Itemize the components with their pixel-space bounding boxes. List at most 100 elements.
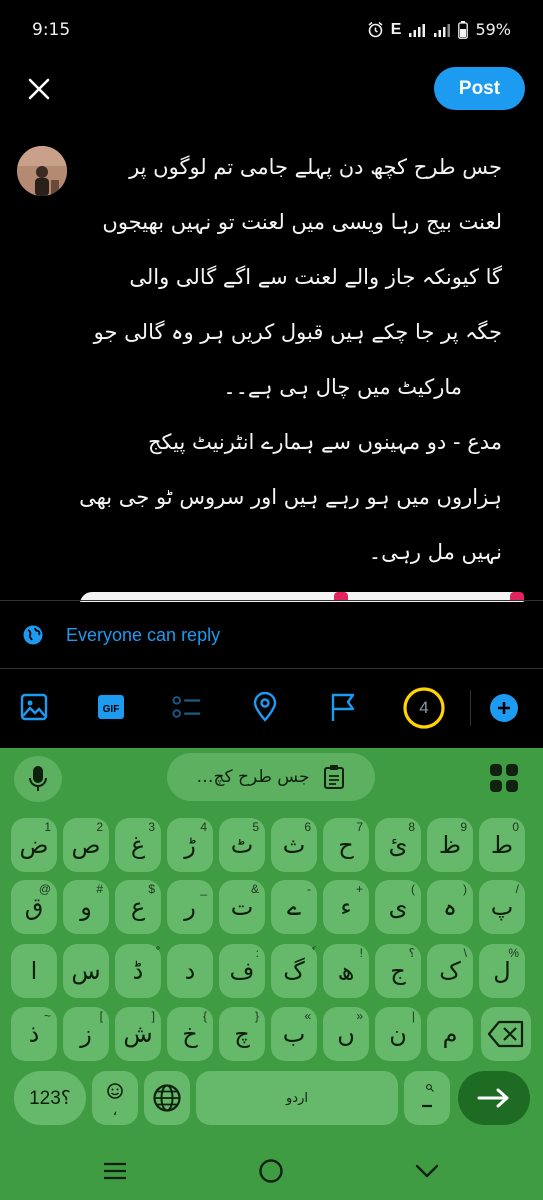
key-3-1[interactable]: ا <box>11 944 57 998</box>
avatar <box>17 146 67 196</box>
key-label: ھ <box>337 957 355 985</box>
key-2-3[interactable]: ع $ <box>115 880 161 934</box>
key-3-6[interactable]: گٗ <box>271 944 317 998</box>
voice-input-button[interactable] <box>14 756 62 802</box>
key-1-8[interactable]: ئ8 <box>375 818 421 872</box>
signal-icon <box>433 23 451 37</box>
add-gif-button[interactable]: GIF <box>96 690 126 724</box>
key-hint: 3 <box>148 820 155 834</box>
enter-key[interactable] <box>458 1071 530 1125</box>
home-button[interactable] <box>256 1158 286 1184</box>
key-1-2[interactable]: ص2 <box>63 818 109 872</box>
key-label: ٹ <box>230 831 254 859</box>
clipboard-suggestion-text: جس طرح کچ… <box>196 767 310 787</box>
key-hint: & <box>250 882 259 896</box>
key-2-8[interactable]: ی( <box>375 880 421 934</box>
key-3-5[interactable]: ف: <box>219 944 265 998</box>
post-button[interactable]: Post <box>434 67 525 110</box>
key-4-4[interactable]: خ{ <box>167 1007 213 1061</box>
alarm-icon <box>367 21 384 38</box>
key-1-7[interactable]: ح7 <box>323 818 369 872</box>
key-label: ج <box>390 957 406 985</box>
key-4-1[interactable]: ذ ~ <box>11 1007 57 1061</box>
key-label: ق <box>24 893 44 921</box>
signal-icon <box>408 23 426 37</box>
clipboard-icon <box>324 765 345 789</box>
key-4-9[interactable]: م <box>427 1007 473 1061</box>
key-2-1[interactable]: ق @ <box>11 880 57 934</box>
svg-text:،: ، <box>113 1103 118 1119</box>
key-hint: 1 <box>44 820 51 834</box>
add-image-button[interactable] <box>19 690 49 724</box>
key-3-7[interactable]: ھ! <box>323 944 369 998</box>
key-4-5[interactable]: چ} <box>219 1007 265 1061</box>
key-2-10[interactable]: پ / <box>479 880 525 934</box>
add-location-button[interactable] <box>250 690 280 724</box>
key-hint: 0 <box>512 820 519 834</box>
key-label: ط <box>490 831 514 859</box>
key-hint: % <box>508 946 519 960</box>
recents-icon <box>104 1162 126 1180</box>
key-label: ئ <box>388 831 408 859</box>
key-hint: [ <box>99 1009 103 1023</box>
key-label: ر <box>184 893 196 921</box>
key-1-5[interactable]: ٹ5 <box>219 818 265 872</box>
battery-icon <box>458 20 469 39</box>
clipboard-suggestion[interactable]: جس طرح کچ… <box>167 753 375 801</box>
key-3-3[interactable]: ڈْ <box>115 944 161 998</box>
close-button[interactable] <box>24 74 54 104</box>
content-warning-button[interactable] <box>328 690 358 724</box>
key-label: د <box>184 957 196 985</box>
language-switch-key[interactable] <box>144 1071 190 1125</box>
back-button[interactable] <box>412 1158 442 1184</box>
symbols-key[interactable]: ؟123 <box>14 1071 86 1125</box>
key-4-6[interactable]: ب « <box>271 1007 317 1061</box>
key-4-3[interactable]: ش] <box>115 1007 161 1061</box>
emoji-key[interactable]: ، <box>92 1071 138 1125</box>
key-hint: ( <box>411 882 415 896</box>
key-label: ت <box>230 893 254 921</box>
key-label: گ <box>283 957 305 985</box>
key-hint: \ <box>463 946 467 960</box>
key-3-8[interactable]: ج ؟ <box>375 944 421 998</box>
period-glyph <box>422 1084 434 1108</box>
microphone-icon <box>29 766 47 791</box>
key-hint: $ <box>148 882 155 896</box>
key-1-9[interactable]: ظ9 <box>427 818 473 872</box>
space-key[interactable]: اردو <box>196 1071 398 1125</box>
period-key[interactable] <box>404 1071 450 1125</box>
media-marker <box>334 592 348 600</box>
key-label: ذ <box>28 1020 40 1048</box>
reply-setting-button[interactable]: Everyone can reply <box>22 620 220 650</box>
key-4-2[interactable]: ز[ <box>63 1007 109 1061</box>
key-4-7[interactable]: ں» <box>323 1007 369 1061</box>
recents-button[interactable] <box>100 1158 130 1184</box>
key-4-8[interactable]: ن | <box>375 1007 421 1061</box>
key-3-10[interactable]: ل% <box>479 944 525 998</box>
key-hint: 5 <box>252 820 259 834</box>
key-3-9[interactable]: ک \ <box>427 944 473 998</box>
key-2-5[interactable]: ت & <box>219 880 265 934</box>
key-1-6[interactable]: ث6 <box>271 818 317 872</box>
key-3-4[interactable]: د <box>167 944 213 998</box>
key-2-6[interactable]: ے- <box>271 880 317 934</box>
add-poll-button[interactable] <box>172 690 202 724</box>
key-hint: ] <box>151 1009 155 1023</box>
key-2-2[interactable]: و # <box>63 880 109 934</box>
backspace-key[interactable] <box>481 1007 531 1061</box>
key-1-3[interactable]: غ3 <box>115 818 161 872</box>
key-1-1[interactable]: ض1 <box>11 818 57 872</box>
tweet-text-input[interactable]: جس طرح کچھ دن پہلے جامی تم لوگوں پر لعنت… <box>76 140 502 580</box>
key-1-10[interactable]: ط0 <box>479 818 525 872</box>
key-2-4[interactable]: ر _ <box>167 880 213 934</box>
key-1-4[interactable]: ڑ4 <box>167 818 213 872</box>
key-label: خ <box>182 1020 198 1048</box>
add-thread-button[interactable] <box>490 694 518 722</box>
status-bar: 9:15 E 59% <box>0 0 543 62</box>
key-2-7[interactable]: ء + <box>323 880 369 934</box>
image-icon <box>20 693 48 721</box>
key-3-2[interactable]: س <box>63 944 109 998</box>
keyboard-menu-button[interactable] <box>488 762 520 794</box>
key-2-9[interactable]: ہ) <box>427 880 473 934</box>
toolbar-divider <box>470 690 471 726</box>
